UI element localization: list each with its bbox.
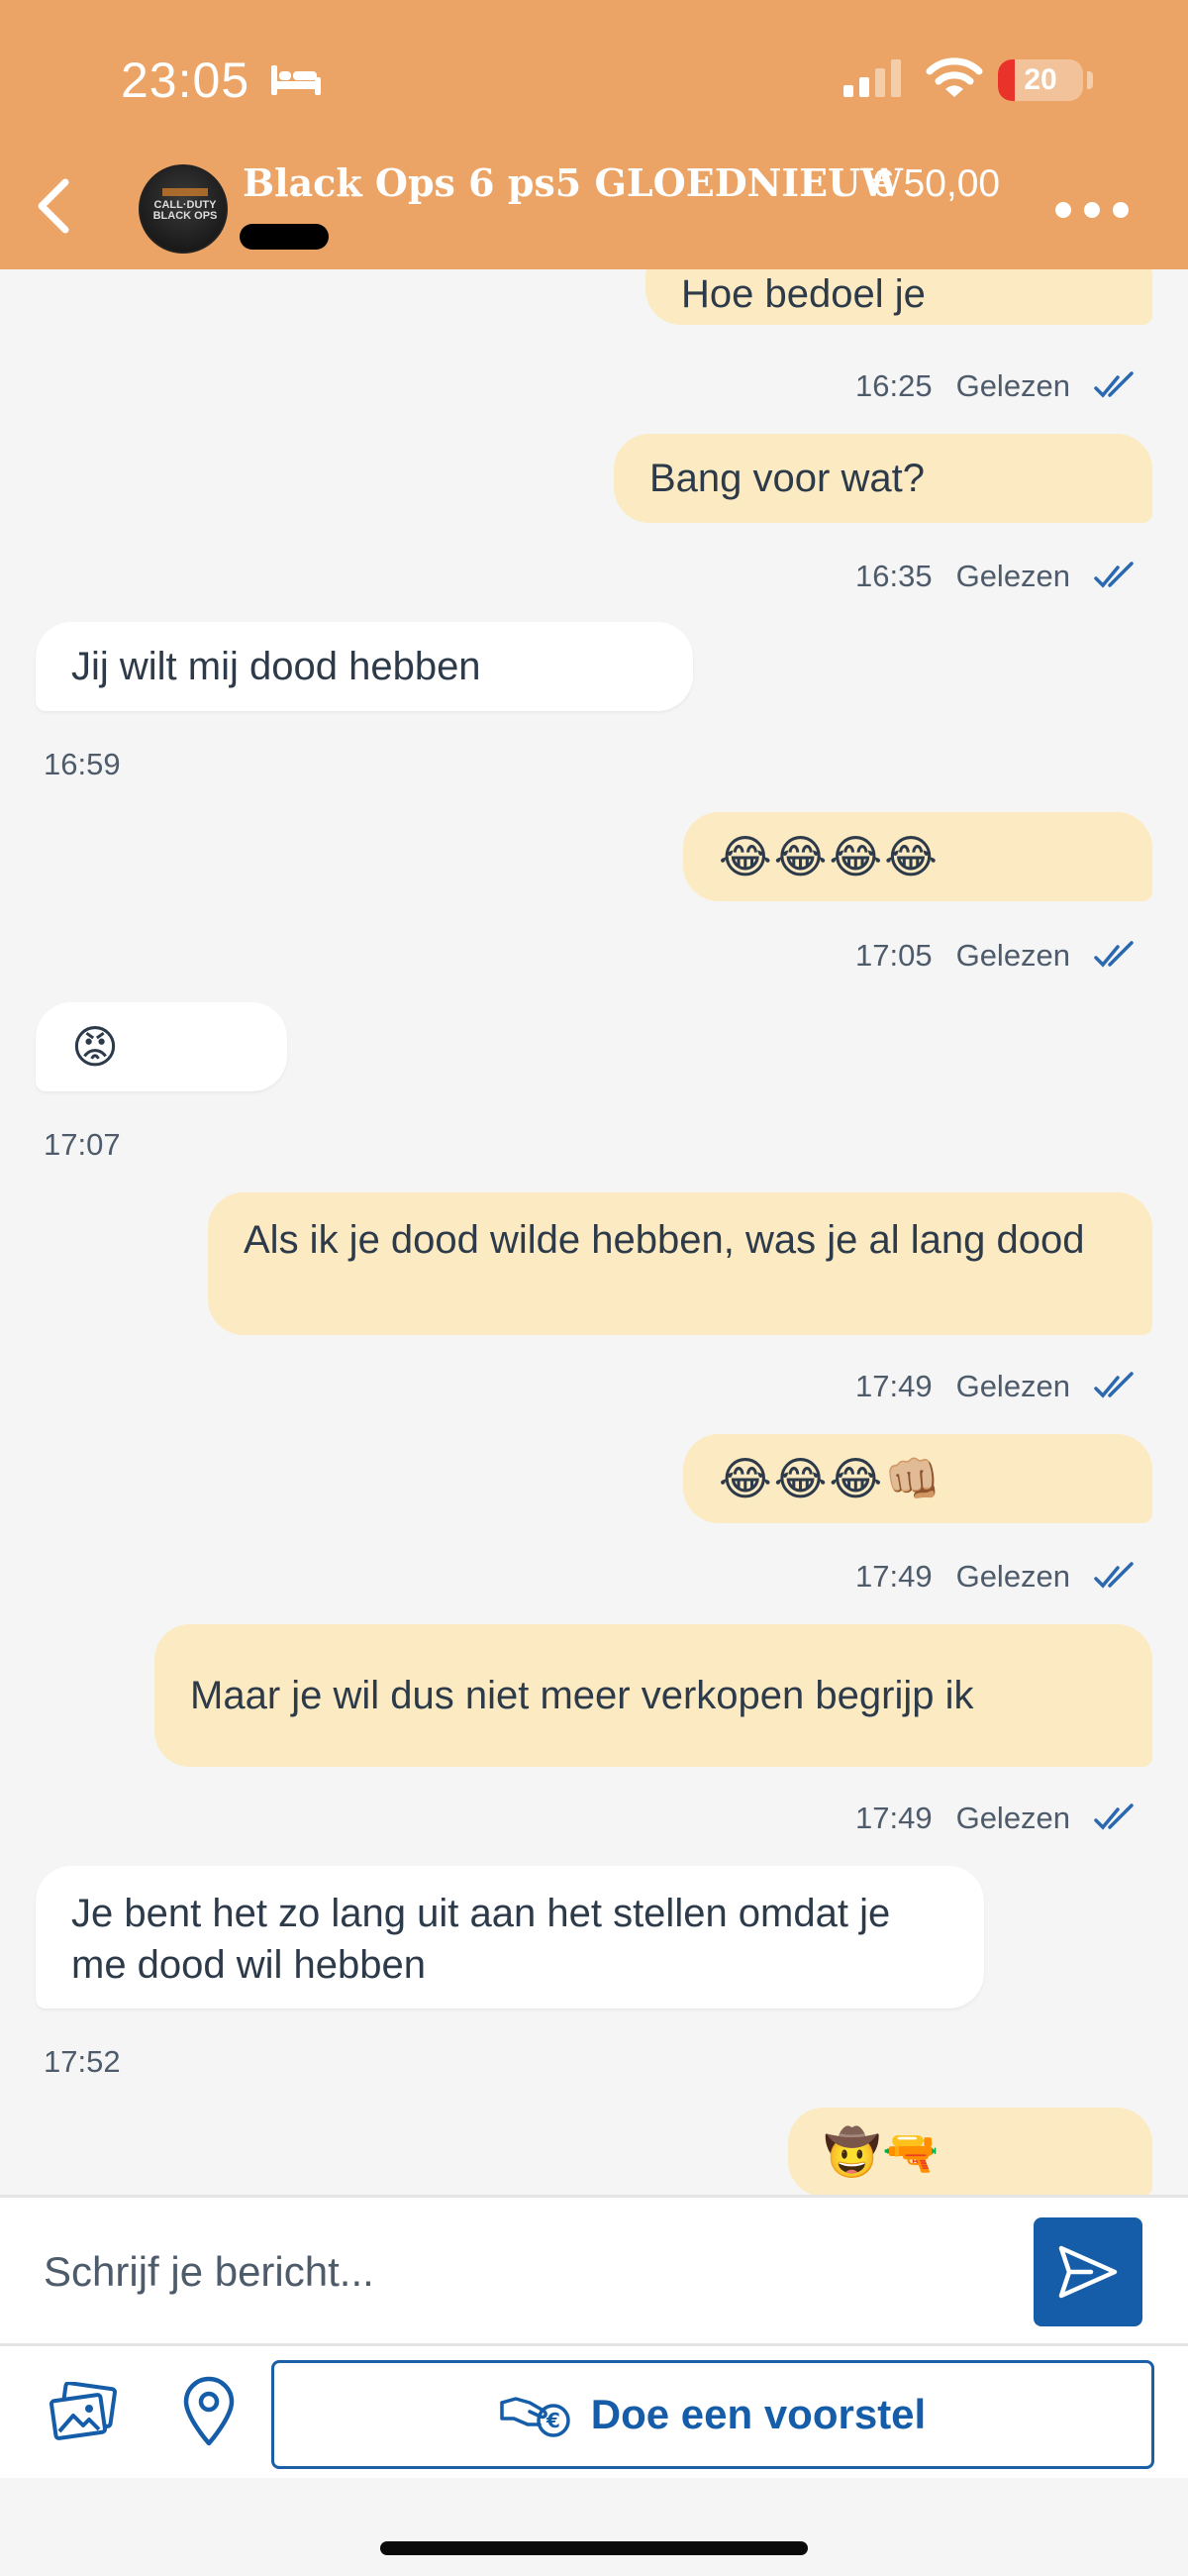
redacted-username bbox=[240, 224, 329, 250]
message-text: Bang voor wat? bbox=[649, 457, 925, 500]
message-time: 16:35 bbox=[855, 559, 933, 593]
make-offer-label: Doe een voorstel bbox=[590, 2391, 927, 2437]
message-text: Maar je wil dus niet meer verkopen begri… bbox=[190, 1674, 974, 1717]
message-text: Je bent het zo lang uit aan het stellen … bbox=[71, 1892, 891, 1987]
message-time: 16:59 bbox=[44, 747, 121, 781]
message-text: Hoe bedoel je bbox=[681, 272, 926, 316]
message-emoji: 🤠🔫 bbox=[824, 2125, 941, 2179]
more-options-button[interactable] bbox=[1055, 194, 1129, 224]
message-composer bbox=[0, 2195, 1188, 2343]
battery-nub bbox=[1087, 71, 1093, 89]
double-check-icon bbox=[1094, 1372, 1134, 1398]
message-bubble-sent: Hoe bedoel je bbox=[645, 269, 1152, 325]
message-meta: 16:35 Gelezen bbox=[855, 559, 1134, 594]
chat-action-bar: € Doe een voorstel bbox=[0, 2343, 1188, 2478]
message-bubble-received: Je bent het zo lang uit aan het stellen … bbox=[36, 1866, 984, 2009]
message-time: 17:49 bbox=[855, 1559, 933, 1594]
double-check-icon bbox=[1094, 941, 1134, 968]
message-time: 17:49 bbox=[855, 1369, 933, 1403]
send-icon bbox=[1058, 2245, 1118, 2299]
listing-title[interactable]: Black Ops 6 ps5 GLOEDNIEUW bbox=[243, 160, 903, 205]
photos-icon[interactable] bbox=[50, 2382, 119, 2441]
battery-indicator: 20 bbox=[998, 59, 1083, 101]
message-time: 17:49 bbox=[855, 1801, 933, 1835]
battery-percent: 20 bbox=[1024, 63, 1057, 96]
message-bubble-sent: Maar je wil dus niet meer verkopen begri… bbox=[154, 1624, 1152, 1767]
make-offer-button[interactable]: € Doe een voorstel bbox=[271, 2360, 1154, 2469]
message-text: Als ik je dood wilde hebben, was je al l… bbox=[244, 1218, 1085, 1262]
message-bubble-sent: 😂😂😂😂 bbox=[683, 812, 1152, 901]
avatar-decoration bbox=[162, 188, 208, 196]
message-time: 17:52 bbox=[44, 2044, 121, 2079]
ellipsis-dot bbox=[1084, 202, 1100, 218]
svg-text:€: € bbox=[545, 2409, 560, 2432]
location-pin-icon[interactable] bbox=[178, 2376, 240, 2447]
double-check-icon bbox=[1094, 371, 1134, 398]
home-indicator[interactable] bbox=[380, 2541, 808, 2555]
message-bubble-sent: Bang voor wat? bbox=[614, 434, 1152, 523]
read-status: Gelezen bbox=[955, 1801, 1071, 1835]
message-bubble-received: 😡 bbox=[36, 1002, 287, 1091]
double-check-icon bbox=[1094, 1562, 1134, 1589]
send-button[interactable] bbox=[1034, 2217, 1142, 2326]
hand-money-icon: € bbox=[500, 2397, 570, 2437]
message-time: 17:05 bbox=[855, 938, 933, 973]
message-meta: 17:49 Gelezen bbox=[855, 1369, 1134, 1404]
ellipsis-icon bbox=[1055, 202, 1071, 218]
home-area bbox=[0, 2478, 1188, 2576]
double-check-icon bbox=[1094, 562, 1134, 588]
status-time: 23:05 bbox=[121, 52, 250, 108]
read-status: Gelezen bbox=[955, 1559, 1071, 1594]
wifi-icon bbox=[926, 57, 983, 97]
read-status: Gelezen bbox=[955, 938, 1071, 973]
avatar-logo-text: CALL·DUTY BLACK OPS bbox=[152, 199, 218, 222]
message-meta: 17:05 Gelezen bbox=[855, 938, 1134, 974]
ellipsis-dot bbox=[1113, 202, 1129, 218]
message-bubble-sent: 🤠🔫 bbox=[788, 2108, 1152, 2195]
message-list[interactable]: Hoe bedoel je 16:25 Gelezen Bang voor wa… bbox=[0, 269, 1188, 2195]
message-text: Jij wilt mij dood hebben bbox=[71, 645, 481, 688]
double-check-icon bbox=[1094, 1803, 1134, 1830]
message-emoji: 😡 bbox=[71, 1020, 121, 1074]
message-bubble-received: Jij wilt mij dood hebben bbox=[36, 622, 693, 711]
message-meta: 17:49 Gelezen bbox=[855, 1559, 1134, 1595]
message-time: 16:25 bbox=[855, 368, 933, 403]
read-status: Gelezen bbox=[955, 368, 1071, 403]
bed-icon bbox=[271, 65, 321, 95]
chat-header: 23:05 20 CALL·DUTY BLACK OPS Black Ops 6… bbox=[0, 0, 1188, 269]
message-bubble-sent: 😂😂😂👊🏼 bbox=[683, 1434, 1152, 1523]
message-bubble-sent: Als ik je dood wilde hebben, was je al l… bbox=[208, 1192, 1152, 1335]
chevron-left-icon[interactable] bbox=[28, 170, 79, 242]
listing-avatar[interactable]: CALL·DUTY BLACK OPS bbox=[139, 164, 228, 254]
cellular-signal-icon bbox=[843, 59, 901, 97]
message-meta: 17:49 Gelezen bbox=[855, 1801, 1134, 1836]
read-status: Gelezen bbox=[955, 559, 1071, 593]
read-status: Gelezen bbox=[955, 1369, 1071, 1403]
message-emoji: 😂😂😂😂 bbox=[719, 830, 940, 883]
message-emoji: 😂😂😂👊🏼 bbox=[719, 1452, 943, 1505]
listing-price: € 50,00 bbox=[871, 162, 1001, 205]
message-time: 17:07 bbox=[44, 1127, 121, 1162]
message-meta: 16:25 Gelezen bbox=[855, 368, 1134, 404]
message-input[interactable] bbox=[20, 2217, 1010, 2326]
